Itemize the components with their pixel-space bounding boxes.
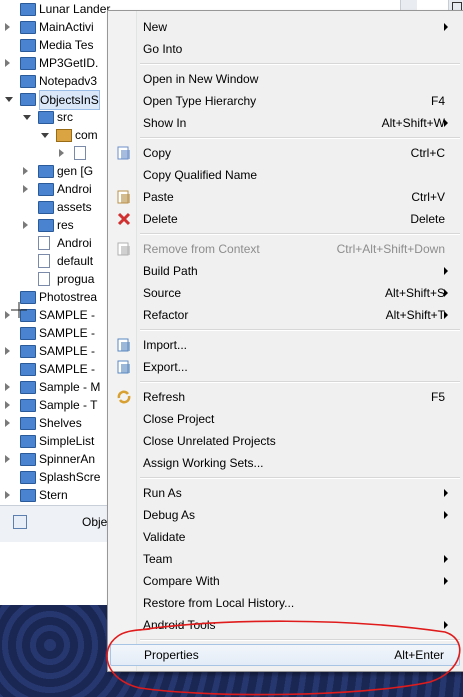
red-annotation-ellipse <box>11 302 461 696</box>
